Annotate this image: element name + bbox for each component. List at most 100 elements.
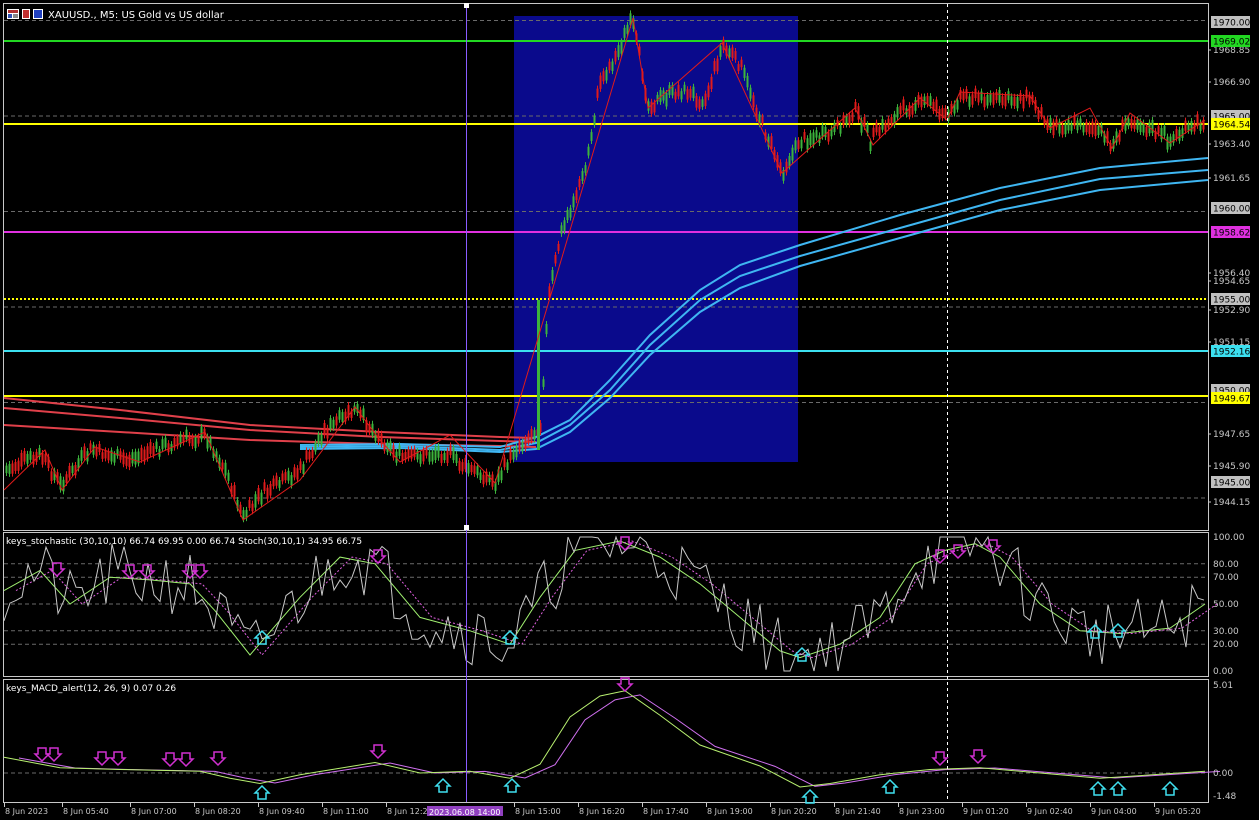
candle-body — [1055, 119, 1058, 128]
candle-body — [41, 452, 44, 465]
candle-body — [1097, 125, 1100, 136]
candle-body — [1094, 122, 1097, 137]
candle-body — [587, 146, 590, 156]
candle-body — [581, 171, 584, 181]
candle-body — [707, 85, 710, 98]
candle-body — [1013, 96, 1016, 106]
candle-body — [71, 465, 74, 474]
macd-tick-label: -1.48 — [1213, 792, 1237, 802]
candle-body — [908, 105, 911, 117]
price-level-label: 1949.67 — [1213, 395, 1250, 405]
candle-body — [161, 439, 164, 450]
candle-body — [146, 446, 149, 459]
cursor-handle-bottom[interactable] — [464, 525, 469, 530]
macd-label: keys_MACD_alert(12, 26, 9) 0.07 0.26 — [6, 684, 176, 694]
candle-body — [506, 462, 509, 471]
candle-body — [1178, 129, 1181, 141]
candle-body — [827, 132, 830, 142]
candle-body — [1130, 118, 1133, 129]
candle-body — [575, 190, 578, 201]
candle-body — [341, 412, 344, 422]
candle-body — [329, 418, 332, 429]
candle-body — [1139, 121, 1142, 133]
candle-body — [929, 96, 932, 106]
price-tick-label: 1966.90 — [1213, 78, 1250, 88]
candle-body — [482, 474, 485, 485]
candle-body — [1157, 126, 1160, 134]
candle-body — [794, 140, 797, 151]
candle-body — [1016, 97, 1019, 109]
candle-body — [227, 472, 230, 481]
candle-body — [806, 138, 809, 150]
candle-body — [698, 99, 701, 109]
candle-body — [20, 452, 23, 467]
candle-body — [608, 61, 611, 71]
candle-body — [869, 141, 872, 152]
price-tick-label: 1944.15 — [1213, 498, 1250, 508]
candle-body — [956, 100, 959, 110]
candle-body — [710, 76, 713, 90]
candle-body — [1136, 119, 1139, 130]
candle-body — [89, 443, 92, 450]
candle-body — [149, 442, 152, 454]
candle-body — [128, 454, 131, 468]
candle-body — [542, 379, 545, 387]
time-tick-label: 8 Jun 15:00 — [515, 807, 561, 816]
candle-body — [293, 467, 296, 478]
candle-body — [845, 116, 848, 125]
candle-body — [419, 454, 422, 464]
candle-body — [959, 90, 962, 100]
candle-body — [470, 464, 473, 473]
candle-body — [887, 118, 890, 128]
candle-body — [461, 462, 464, 472]
candle-body — [527, 433, 530, 442]
candle-body — [896, 107, 899, 118]
chart-canvas[interactable]: XAUUSD., M5: US Gold vs US dollar keys_s… — [0, 0, 1259, 817]
candle-body — [518, 440, 521, 451]
candle-body — [152, 446, 155, 456]
candle-body — [257, 488, 260, 502]
candle-body — [1064, 123, 1067, 135]
stoch-tick-label: 50.00 — [1213, 600, 1239, 610]
trading-chart[interactable]: XAUUSD., M5: US Gold vs US dollar keys_s… — [0, 0, 1259, 817]
time-tick-label: 8 Jun 16:20 — [579, 807, 625, 816]
candle-body — [314, 442, 317, 452]
candle-body — [674, 91, 677, 100]
candle-body — [554, 254, 557, 264]
chart-menu-icon[interactable] — [7, 9, 43, 19]
candle-body — [95, 447, 98, 457]
candle-body — [242, 510, 245, 520]
candle-body — [551, 270, 554, 281]
candle-body — [413, 448, 416, 458]
time-tick-label: 8 Jun 07:00 — [131, 807, 177, 816]
candle-body — [68, 465, 71, 478]
time-tick-label: 8 Jun 2023 — [5, 807, 48, 816]
candle-body — [134, 451, 137, 465]
candle-body — [716, 58, 719, 72]
price-level-label: 1969.02 — [1213, 38, 1250, 48]
stoch-tick-label: 30.00 — [1213, 627, 1239, 637]
candle-body — [512, 450, 515, 460]
stoch-tick-label: 100.00 — [1213, 533, 1245, 543]
candle-body — [83, 446, 86, 459]
candle-body — [290, 475, 293, 486]
cursor-handle-top[interactable] — [464, 3, 469, 8]
candle-body — [680, 91, 683, 100]
candle-body — [101, 452, 104, 459]
price-tick-label: 1954.65 — [1213, 277, 1250, 287]
candle-body — [500, 470, 503, 481]
macd-tick-label: 5.01 — [1213, 681, 1233, 691]
candle-body — [752, 95, 755, 108]
candle-body — [653, 102, 656, 113]
price-tick-label: 1961.65 — [1213, 174, 1250, 184]
time-tick-label: 8 Jun 11:00 — [323, 807, 369, 816]
time-tick-label: 8 Jun 21:40 — [835, 807, 881, 816]
candle-body — [275, 475, 278, 486]
time-tick-label: 9 Jun 05:20 — [1155, 807, 1201, 816]
candle-body — [650, 101, 653, 114]
candle-body — [803, 132, 806, 140]
candle-body — [746, 75, 749, 88]
candle-body — [881, 119, 884, 130]
candle-body — [875, 122, 878, 133]
candle-body — [683, 84, 686, 92]
